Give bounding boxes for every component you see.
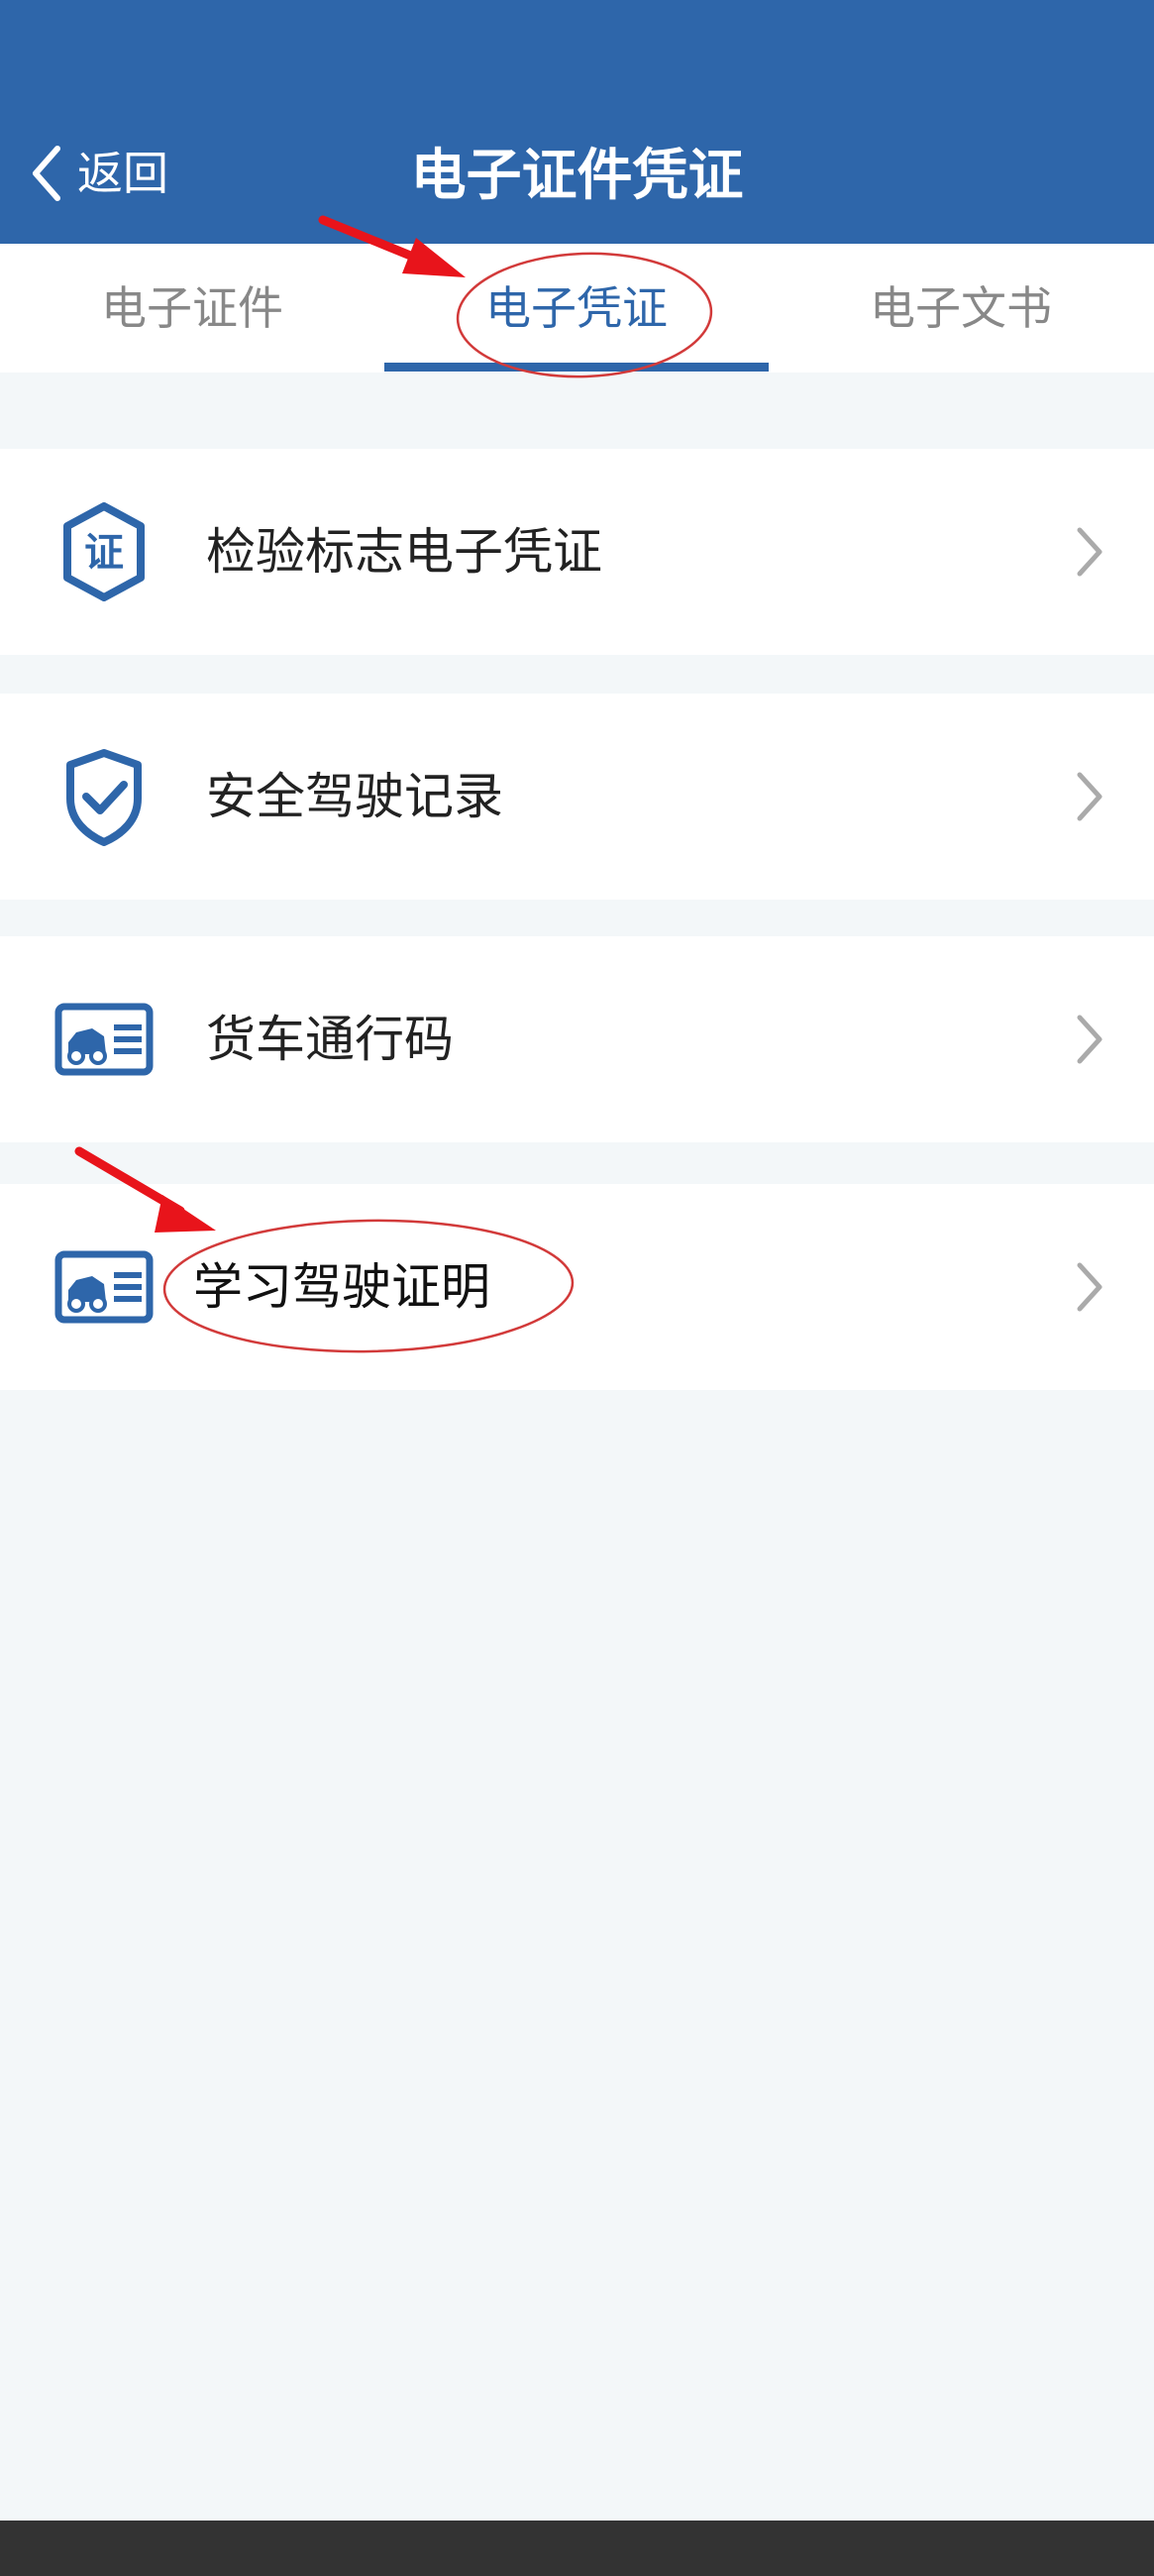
tab-electronic-documents[interactable]: 电子证件 — [0, 244, 384, 373]
vehicle-card-icon — [50, 1228, 158, 1346]
tab-electronic-vouchers[interactable]: 电子凭证 — [384, 244, 769, 373]
chevron-right-icon — [1077, 1262, 1102, 1312]
list-item-learner-driving-certificate[interactable]: 学习驾驶证明 — [0, 1184, 1154, 1390]
page-title: 电子证件凭证 — [410, 144, 744, 208]
active-tab-indicator — [384, 363, 769, 372]
list-item-truck-pass-code[interactable]: 货车通行码 — [0, 936, 1154, 1142]
shield-check-icon — [50, 737, 158, 856]
list-item-inspection-voucher[interactable]: 证 检验标志电子凭证 — [0, 449, 1154, 655]
list-item-label: 学习驾驶证明 — [193, 1258, 490, 1316]
tab-electronic-papers[interactable]: 电子文书 — [769, 244, 1153, 373]
tab-bar: 电子证件 电子凭证 电子文书 — [0, 244, 1154, 373]
bottom-system-bar — [0, 2521, 1154, 2576]
chevron-right-icon — [1077, 772, 1102, 821]
certificate-glyph: 证 — [84, 530, 124, 576]
chevron-right-icon — [1077, 1015, 1102, 1064]
list-item-label: 检验标志电子凭证 — [206, 523, 602, 581]
list-item-label: 安全驾驶记录 — [206, 768, 503, 825]
certificate-shield-icon: 证 — [50, 492, 158, 611]
app-header: 返回 电子证件凭证 — [0, 0, 1154, 244]
list-item-label: 货车通行码 — [206, 1011, 454, 1068]
chevron-right-icon — [1077, 527, 1102, 577]
vehicle-card-icon — [50, 980, 158, 1099]
list-item-safe-driving-record[interactable]: 安全驾驶记录 — [0, 694, 1154, 900]
